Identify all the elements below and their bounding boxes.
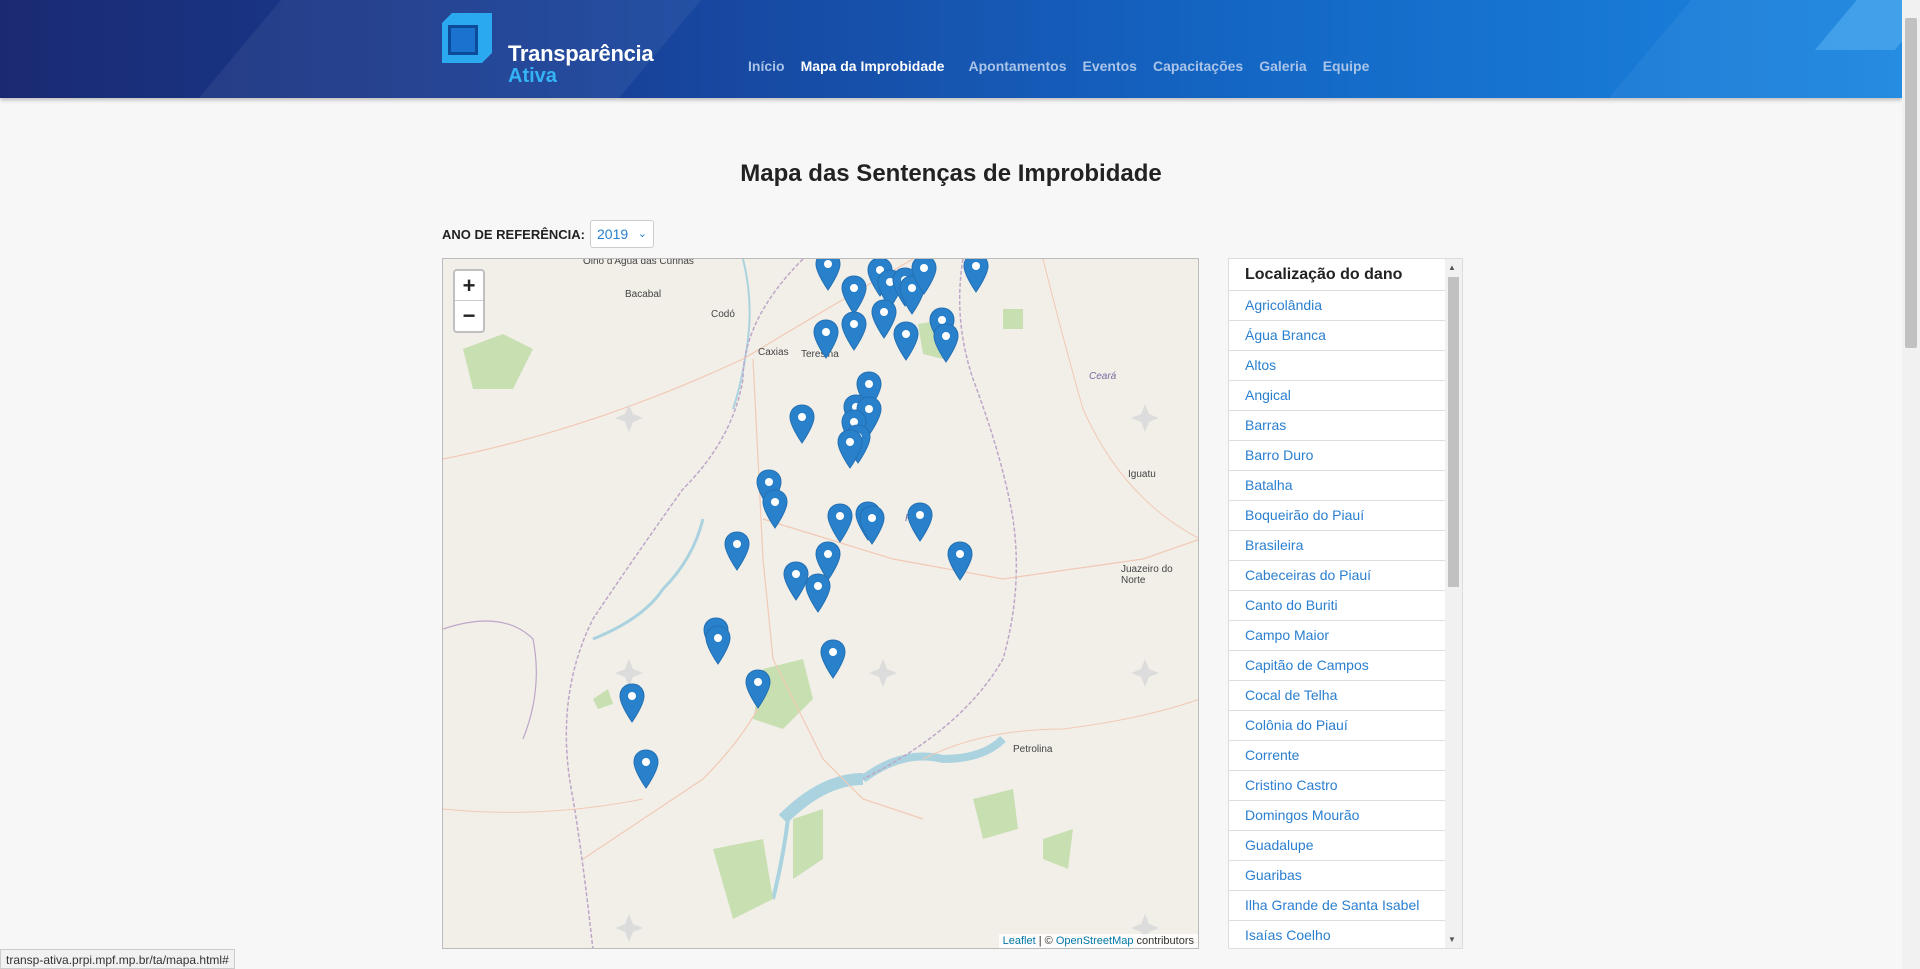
map-marker-pin[interactable] [911,258,937,295]
map-marker-pin[interactable] [893,321,919,361]
list-item[interactable]: Brasileira [1229,531,1445,561]
nav-equipe[interactable]: Equipe [1323,58,1370,74]
place-label: Ceará [1089,371,1117,382]
list-item[interactable]: Cabeceiras do Piauí [1229,561,1445,591]
list-item[interactable]: Cristino Castro [1229,771,1445,801]
map-marker-pin[interactable] [947,541,973,581]
map-marker-pin[interactable] [813,319,839,359]
map-marker-pin[interactable] [837,429,863,469]
map-marker-pin[interactable] [859,505,885,545]
map-marker-pin[interactable] [963,258,989,293]
map-marker-pin[interactable] [820,639,846,679]
list-item[interactable]: Água Branca [1229,321,1445,351]
place-label: Caxias [758,347,789,358]
list-item[interactable]: Altos [1229,351,1445,381]
list-item[interactable]: Ilha Grande de Santa Isabel [1229,891,1445,921]
list-item[interactable]: Corrente [1229,741,1445,771]
zoom-out-button[interactable]: − [455,301,483,331]
place-label: Petrolina [1013,744,1053,755]
nav-capacitacoes[interactable]: Capacitações [1153,58,1243,74]
page-scrollbar-thumb[interactable] [1905,18,1917,348]
improbity-map[interactable]: Olho d'Água das Cunhãs Bacabal Codó Caxi… [442,258,1199,949]
map-attribution: Leaflet | © OpenStreetMap contributors [998,934,1198,948]
list-scrollbar-thumb[interactable] [1448,277,1459,587]
list-items: Agricolândia Água Branca Altos Angical Barra… [1229,291,1462,948]
main-nav: Início Mapa da Improbidade Apontamentos … [748,58,1385,74]
list-item[interactable]: Agricolândia [1229,291,1445,321]
list-item[interactable]: Angical [1229,381,1445,411]
list-title: Localização do dano [1229,259,1445,291]
map-marker-pin[interactable] [827,503,853,543]
scroll-down-icon[interactable]: ▼ [1448,935,1456,944]
logo-cube-icon [442,13,492,63]
chevron-down-icon: ⌄ [637,228,648,240]
year-select[interactable]: 2019 ⌄ [590,220,655,248]
list-item[interactable]: Batalha [1229,471,1445,501]
damage-location-list[interactable]: Localização do dano Agricolândia Água Bra… [1228,258,1463,949]
map-marker-pin[interactable] [815,258,841,291]
list-item[interactable]: Colônia do Piauí [1229,711,1445,741]
place-label: Juazeiro do Norte [1121,564,1173,586]
list-item[interactable]: Boqueirão do Piauí [1229,501,1445,531]
list-item[interactable]: Guadalupe [1229,831,1445,861]
list-item[interactable]: Cocal de Telha [1229,681,1445,711]
zoom-control: + − [453,269,485,333]
list-item[interactable]: Isaías Coelho [1229,921,1445,948]
map-marker-pin[interactable] [841,311,867,351]
nav-galeria[interactable]: Galeria [1259,58,1306,74]
year-select-value: 2019 [597,226,629,242]
map-marker-pin[interactable] [745,669,771,709]
browser-status-bar: transp-ativa.prpi.mpf.mp.br/ta/mapa.html… [0,949,235,969]
page-title: Mapa das Sentenças de Improbidade [740,160,1162,187]
map-marker-pin[interactable] [805,573,831,613]
list-item[interactable]: Domingos Mourão [1229,801,1445,831]
leaflet-link[interactable]: Leaflet [1003,935,1036,947]
place-label: Bacabal [625,289,662,300]
map-marker-pin[interactable] [933,323,959,363]
year-filter: ANO DE REFERÊNCIA: 2019 ⌄ [442,220,655,248]
scroll-up-icon[interactable]: ▲ [1448,263,1456,272]
list-item[interactable]: Canto do Buriti [1229,591,1445,621]
list-scrollbar[interactable]: ▲ ▼ [1445,259,1462,948]
list-item[interactable]: Guaribas [1229,861,1445,891]
map-marker-pin[interactable] [841,275,867,315]
osm-link[interactable]: OpenStreetMap [1056,935,1134,947]
map-marker-pin[interactable] [633,749,659,789]
list-item[interactable]: Barras [1229,411,1445,441]
list-item[interactable]: Campo Maior [1229,621,1445,651]
map-marker-pin[interactable] [789,404,815,444]
nav-mapa-da-improbidade[interactable]: Mapa da Improbidade [801,58,945,74]
place-label: Olho d'Água das Cunhãs [583,258,694,267]
list-item[interactable]: Capitão de Campos [1229,651,1445,681]
map-marker-pin[interactable] [762,489,788,529]
site-header: Transparência Ativa Início Mapa da Impro… [0,0,1902,98]
nav-inicio[interactable]: Início [748,58,785,74]
map-marker-pin[interactable] [705,625,731,665]
logo-text-secondary: Ativa [508,65,557,87]
year-filter-label: ANO DE REFERÊNCIA: [442,226,586,242]
nav-apontamentos[interactable]: Apontamentos [968,58,1066,74]
attribution-suffix: contributors [1133,935,1194,947]
logo-text-primary: Transparência [508,41,654,66]
attribution-separator: | © [1035,935,1056,947]
site-logo[interactable]: Transparência Ativa [442,13,662,89]
place-label: Iguatu [1128,469,1156,480]
zoom-in-button[interactable]: + [455,271,483,301]
list-item[interactable]: Barro Duro [1229,441,1445,471]
map-marker-pin[interactable] [907,502,933,542]
map-marker-pin[interactable] [619,683,645,723]
nav-eventos[interactable]: Eventos [1082,58,1136,74]
page-scrollbar[interactable] [1902,0,1920,969]
map-marker-pin[interactable] [724,531,750,571]
place-label: Codó [711,309,735,320]
